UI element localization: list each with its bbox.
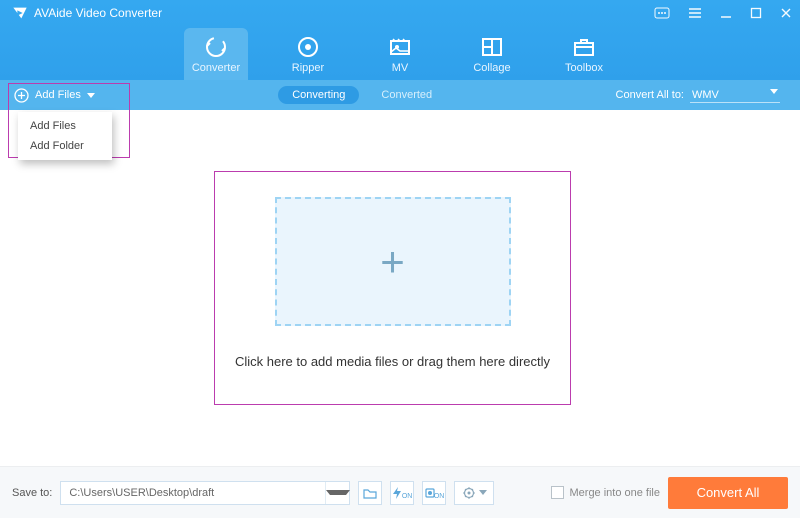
toolbox-icon bbox=[572, 35, 596, 59]
save-path: C:\Users\USER\Desktop\draft bbox=[61, 487, 325, 499]
nav-label: MV bbox=[392, 62, 409, 74]
folder-icon bbox=[363, 487, 377, 499]
nav-toolbox[interactable]: Toolbox bbox=[552, 28, 616, 80]
drop-zone[interactable]: + Click here to add media files or drag … bbox=[214, 171, 571, 405]
dropdown-add-folder[interactable]: Add Folder bbox=[18, 136, 112, 156]
chevron-down-icon bbox=[87, 93, 95, 98]
plus-circle-icon bbox=[14, 88, 29, 103]
convert-all-button[interactable]: Convert All bbox=[668, 477, 788, 509]
maximize-icon[interactable] bbox=[750, 7, 762, 19]
feedback-icon[interactable] bbox=[654, 7, 670, 19]
add-files-button[interactable]: Add Files bbox=[0, 88, 109, 103]
chevron-down-icon bbox=[479, 490, 487, 495]
titlebar: AVAide Video Converter bbox=[0, 0, 800, 24]
merge-label: Merge into one file bbox=[570, 487, 661, 499]
nav-ripper[interactable]: Ripper bbox=[276, 28, 340, 80]
path-dropdown[interactable] bbox=[325, 482, 349, 504]
add-files-label: Add Files bbox=[35, 89, 81, 101]
minimize-icon[interactable] bbox=[720, 7, 732, 19]
selected-format: WMV bbox=[692, 89, 719, 101]
merge-checkbox[interactable]: Merge into one file bbox=[551, 486, 661, 499]
nav-collage[interactable]: Collage bbox=[460, 28, 524, 80]
speed-button[interactable]: ON bbox=[390, 481, 414, 505]
open-folder-button[interactable] bbox=[358, 481, 382, 505]
save-path-box: C:\Users\USER\Desktop\draft bbox=[60, 481, 350, 505]
add-files-dropdown: Add Files Add Folder bbox=[18, 112, 112, 160]
close-icon[interactable] bbox=[780, 7, 792, 19]
nav-label: Converter bbox=[192, 62, 240, 74]
app-logo-icon bbox=[12, 6, 28, 20]
mv-icon bbox=[388, 35, 412, 59]
convert-all-format[interactable]: Convert All to: WMV bbox=[616, 88, 800, 103]
chevron-down-icon bbox=[770, 89, 778, 94]
nav-label: Collage bbox=[473, 62, 510, 74]
dropdown-add-files[interactable]: Add Files bbox=[18, 116, 112, 136]
drop-hint: Click here to add media files or drag th… bbox=[235, 354, 550, 369]
collage-icon bbox=[480, 35, 504, 59]
nav-label: Ripper bbox=[292, 62, 324, 74]
app-title: AVAide Video Converter bbox=[34, 6, 654, 20]
drop-zone-inner[interactable]: + bbox=[275, 197, 511, 326]
gear-icon bbox=[462, 486, 476, 500]
ripper-icon bbox=[296, 35, 320, 59]
tab-converting[interactable]: Converting bbox=[278, 86, 359, 104]
main-stage: Add Files Add Folder + Click here to add… bbox=[0, 110, 800, 466]
nav-label: Toolbox bbox=[565, 62, 603, 74]
gpu-button[interactable]: ON bbox=[422, 481, 446, 505]
chevron-down-icon bbox=[326, 490, 350, 495]
settings-button[interactable] bbox=[454, 481, 494, 505]
convert-all-label: Convert All to: bbox=[616, 89, 684, 101]
converter-icon bbox=[204, 35, 228, 59]
nav-converter[interactable]: Converter bbox=[184, 28, 248, 80]
tab-converted[interactable]: Converted bbox=[367, 86, 446, 104]
menu-icon[interactable] bbox=[688, 7, 702, 19]
plus-icon: + bbox=[380, 238, 405, 286]
save-to-label: Save to: bbox=[12, 487, 52, 499]
checkbox-icon bbox=[551, 486, 564, 499]
main-nav: Converter Ripper MV Collage Toolbox bbox=[0, 24, 800, 80]
nav-mv[interactable]: MV bbox=[368, 28, 432, 80]
